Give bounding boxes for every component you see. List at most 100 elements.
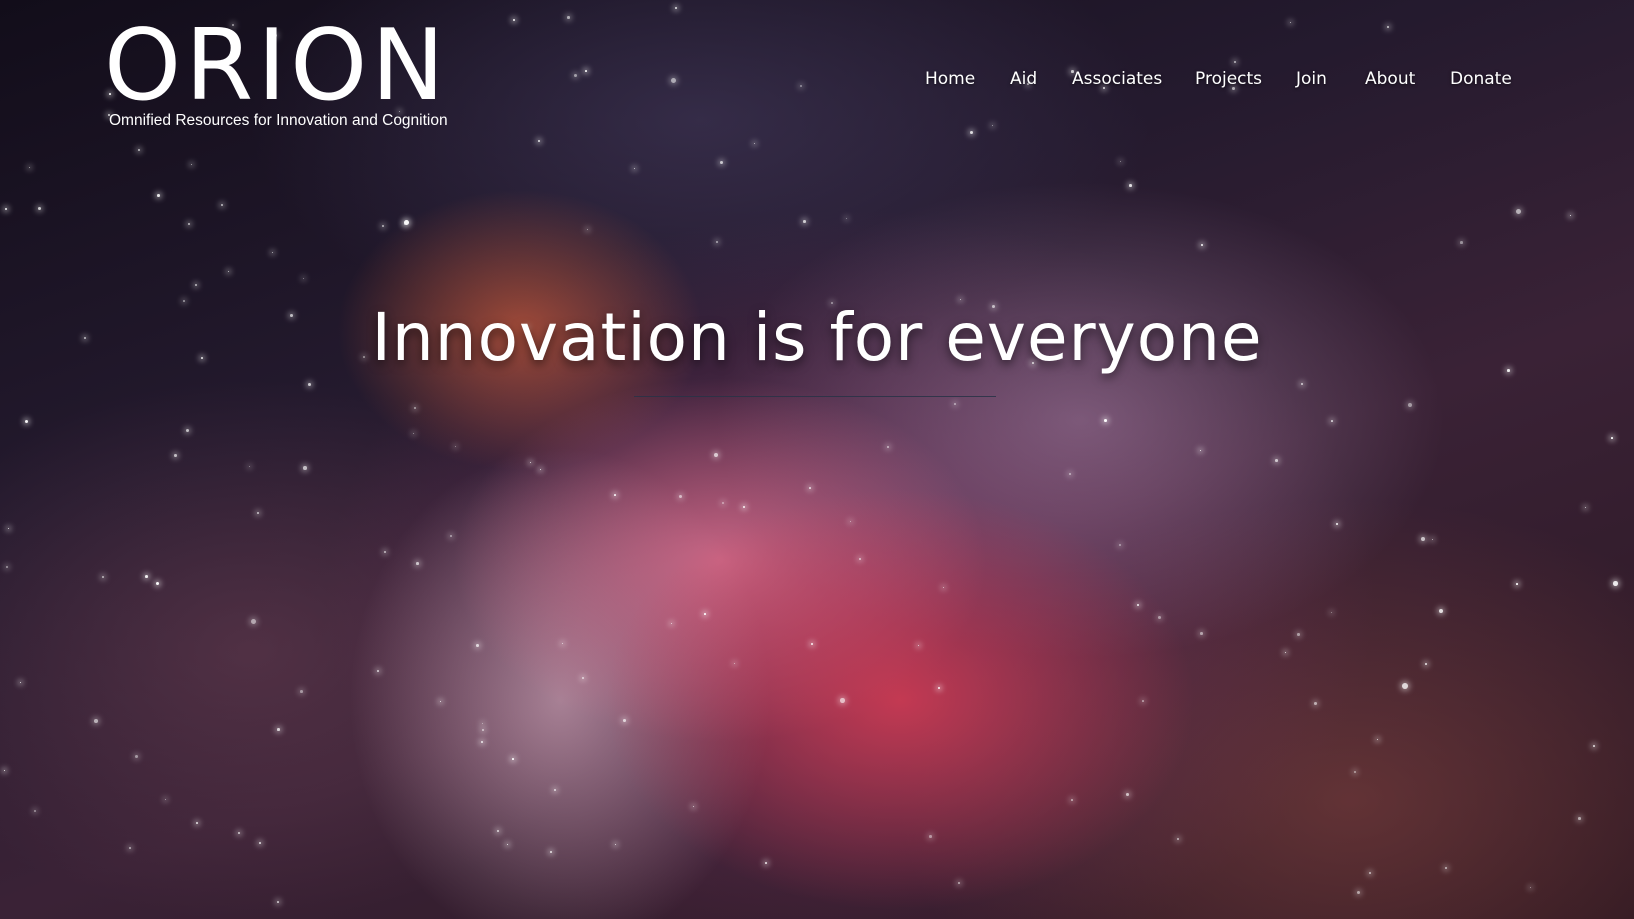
page: ORION Omnified Resources for Innovation … — [0, 0, 1634, 919]
star-dot — [384, 551, 386, 553]
star-dot — [221, 204, 224, 207]
star-dot — [1137, 604, 1140, 607]
star-dot — [135, 755, 138, 758]
star-dot — [377, 670, 379, 672]
star-dot — [1578, 817, 1581, 820]
star-dot — [1331, 612, 1333, 614]
star-dot — [1377, 739, 1379, 741]
star-dot — [1421, 537, 1426, 542]
star-dot — [34, 810, 37, 813]
star-dot — [1570, 215, 1572, 217]
star-dot — [679, 495, 683, 499]
star-dot — [714, 453, 718, 457]
star-dot — [196, 822, 198, 824]
star-dot — [1402, 683, 1408, 689]
star-dot — [1460, 241, 1463, 244]
star-dot — [671, 623, 673, 625]
star-dot — [195, 284, 198, 287]
star-dot — [850, 521, 852, 523]
star-dot — [1285, 652, 1287, 654]
star-dot — [918, 645, 920, 647]
star-dot — [582, 677, 585, 680]
star-dot — [300, 690, 303, 693]
star-dot — [734, 663, 735, 664]
star-dot — [1331, 420, 1333, 422]
star-dot — [530, 462, 532, 464]
star-dot — [440, 701, 442, 703]
star-dot — [251, 619, 256, 624]
star-dot — [1530, 887, 1532, 889]
star-dot — [550, 851, 553, 854]
star-dot — [634, 168, 636, 170]
star-dot — [481, 741, 484, 744]
star-dot — [1357, 891, 1361, 895]
star-dot — [554, 789, 557, 792]
star-dot — [6, 566, 8, 568]
star-dot — [129, 847, 131, 849]
star-dot — [450, 535, 453, 538]
star-dot — [308, 383, 311, 386]
star-dot — [1314, 702, 1317, 705]
star-dot — [929, 835, 932, 838]
star-dot — [259, 842, 261, 844]
star-dot — [846, 218, 848, 220]
star-dot — [562, 643, 564, 645]
star-dot — [1177, 838, 1180, 841]
star-dot — [1369, 872, 1372, 875]
star-dot — [174, 454, 177, 457]
star-dot — [887, 446, 890, 449]
star-dot — [1301, 383, 1303, 385]
star-dot — [404, 220, 409, 225]
star-dot — [228, 271, 230, 273]
star-dot — [1613, 581, 1618, 586]
star-dot — [1297, 633, 1300, 636]
star-dot — [1119, 544, 1122, 547]
star-dot — [303, 278, 305, 280]
star-dot — [693, 806, 695, 808]
star-dot — [1425, 663, 1427, 665]
nav-item-about[interactable]: About — [1365, 64, 1415, 94]
star-dot — [743, 506, 746, 509]
star-dot — [1129, 184, 1132, 187]
nav-item-aid[interactable]: Aid — [1010, 64, 1037, 94]
logo-tagline: Omnified Resources for Innovation and Co… — [109, 112, 448, 129]
nav-item-associates[interactable]: Associates — [1072, 64, 1162, 94]
star-dot — [188, 223, 191, 226]
star-dot — [1336, 523, 1338, 525]
star-dot — [303, 466, 307, 470]
star-dot — [1126, 793, 1129, 796]
star-dot — [623, 719, 626, 722]
star-dot — [1445, 867, 1448, 870]
nav-item-donate[interactable]: Donate — [1450, 64, 1512, 94]
hero-headline: Innovation is for everyone — [371, 299, 1263, 376]
star-dot — [704, 613, 706, 615]
star-dot — [507, 844, 509, 846]
star-dot — [25, 420, 28, 423]
nav-item-projects[interactable]: Projects — [1195, 64, 1262, 94]
star-dot — [1611, 437, 1613, 439]
star-dot — [157, 194, 160, 197]
star-dot — [1585, 507, 1587, 509]
star-dot — [191, 164, 193, 166]
star-dot — [413, 433, 415, 435]
star-dot — [38, 207, 42, 211]
star-dot — [840, 698, 845, 703]
star-dot — [614, 494, 616, 496]
nav-item-join[interactable]: Join — [1296, 64, 1327, 94]
nav-item-home[interactable]: Home — [925, 64, 975, 94]
star-dot — [482, 723, 484, 725]
star-dot — [859, 558, 862, 561]
star-dot — [954, 403, 956, 405]
star-dot — [1071, 799, 1073, 801]
hero-divider — [634, 396, 996, 397]
star-dot — [512, 758, 514, 760]
star-dot — [29, 167, 30, 168]
star-dot — [1104, 419, 1107, 422]
star-dot — [257, 512, 260, 515]
star-dot — [186, 429, 189, 432]
star-dot — [4, 770, 6, 772]
star-dot — [156, 582, 159, 585]
star-dot — [476, 644, 479, 647]
star-dot — [1200, 632, 1203, 635]
star-dot — [1439, 609, 1443, 613]
